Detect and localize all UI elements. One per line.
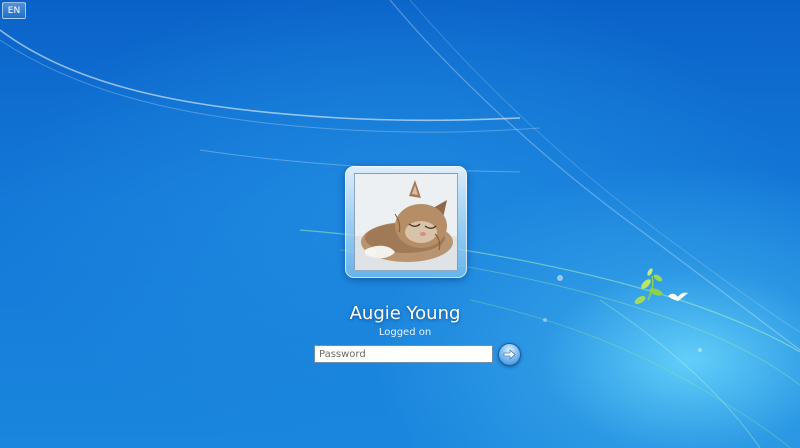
bird-icon bbox=[668, 292, 688, 301]
arrow-right-icon bbox=[503, 349, 516, 360]
password-field[interactable] bbox=[314, 345, 493, 363]
language-indicator-button[interactable]: EN bbox=[2, 2, 26, 19]
user-name: Augie Young bbox=[349, 303, 461, 324]
user-tile bbox=[345, 166, 467, 278]
user-avatar bbox=[354, 173, 458, 271]
leaf-decoration bbox=[634, 268, 663, 304]
submit-login-button[interactable] bbox=[498, 343, 521, 366]
kitten-photo-icon bbox=[355, 174, 457, 270]
user-status: Logged on bbox=[378, 327, 432, 338]
